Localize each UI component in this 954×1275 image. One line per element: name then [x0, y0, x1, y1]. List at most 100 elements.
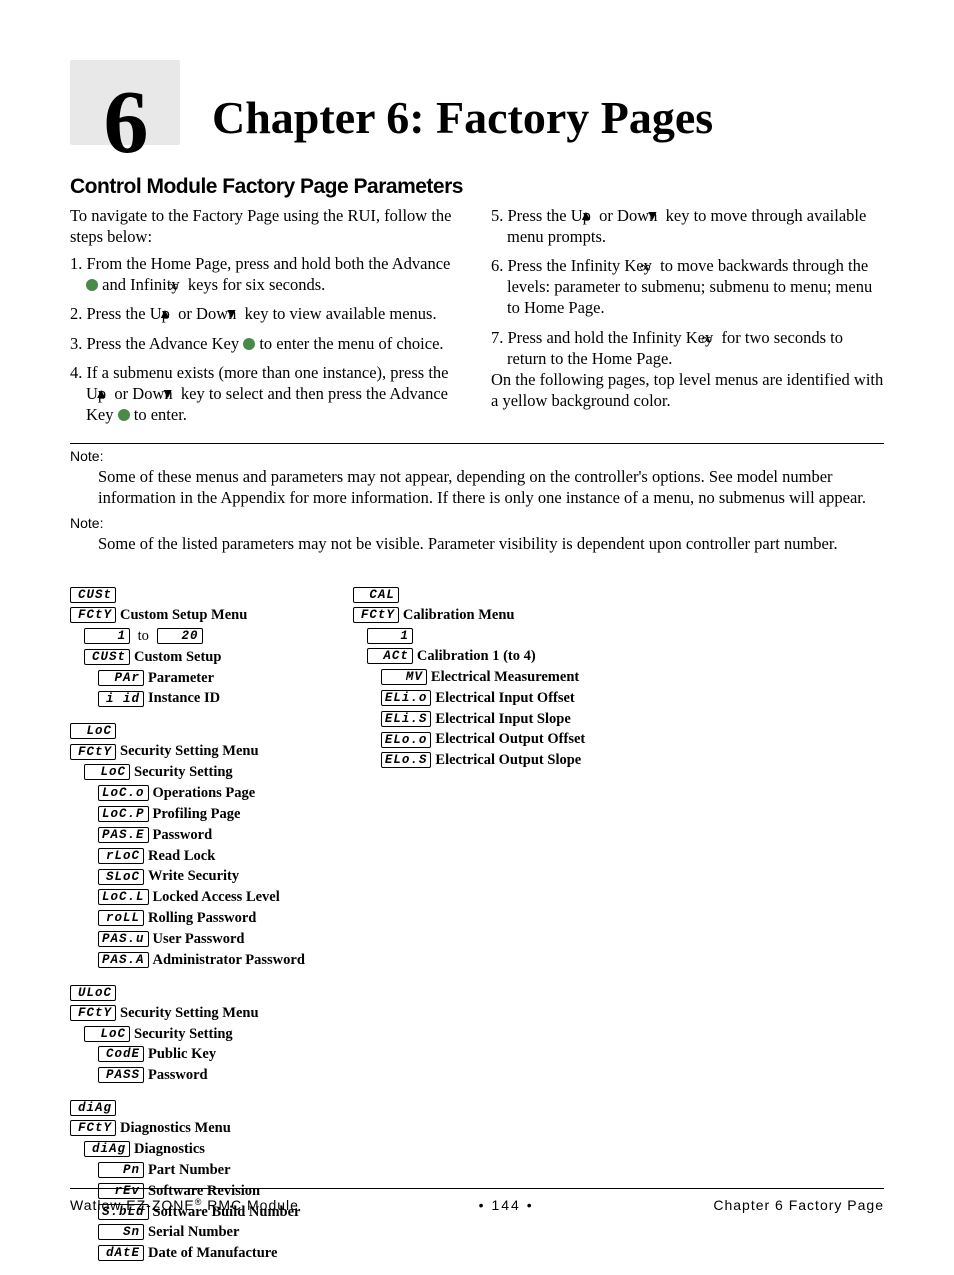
- step-5: Press the Up ▲ or Down ▼ key to move thr…: [491, 205, 884, 247]
- display-code: i id: [98, 691, 144, 707]
- menu-row: FCtYSecurity Setting Menu: [70, 1002, 305, 1023]
- display-code: CUSt: [84, 649, 130, 665]
- menu-row: 1 to 20: [70, 625, 305, 646]
- menu-label: Serial Number: [148, 1224, 239, 1240]
- advance-icon: [86, 279, 98, 291]
- display-code: LoC.P: [98, 806, 149, 822]
- menu-row: SnSerial Number: [70, 1222, 305, 1243]
- step-6: Press the Infinity Key ∞ to move backwar…: [491, 255, 884, 318]
- menu-block: ULoCFCtYSecurity Setting MenuLoCSecurity…: [70, 982, 305, 1086]
- menu-label: Locked Access Level: [153, 889, 280, 905]
- menu-row: LoC: [70, 721, 305, 741]
- menu-row: ELo.SElectrical Output Slope: [353, 750, 585, 771]
- display-code: ELi.S: [381, 711, 432, 727]
- footer-left: Watlow EZ-ZONE® RMC Module: [70, 1197, 299, 1213]
- menu-label: Electrical Output Slope: [435, 752, 581, 768]
- note-text: Some of the listed parameters may not be…: [98, 533, 884, 554]
- display-code: rLoC: [98, 848, 144, 864]
- menu-row: ULoC: [70, 982, 305, 1002]
- step-4: If a submenu exists (more than one insta…: [70, 362, 463, 425]
- menu-label: Electrical Input Offset: [435, 690, 574, 706]
- step-2: Press the Up ▲ or Down ▼ key to view ava…: [70, 303, 463, 324]
- display-code: LoC.L: [98, 889, 149, 905]
- menu-row: ELo.oElectrical Output Offset: [353, 729, 585, 750]
- menu-block: LoC FCtYSecurity Setting MenuLoCSecurity …: [70, 721, 305, 970]
- display-code: CAL: [353, 587, 399, 603]
- chapter-number-box: 6: [70, 60, 180, 145]
- menu-block: CUStFCtYCustom Setup Menu1 to 20CUStCust…: [70, 584, 305, 708]
- display-code: diAg: [70, 1100, 116, 1116]
- display-code: diAg: [84, 1141, 130, 1157]
- display-code: ELo.S: [381, 752, 432, 768]
- display-code: PAr: [98, 670, 144, 686]
- step-3: Press the Advance Key to enter the menu …: [70, 333, 463, 354]
- display-code: FCtY: [70, 744, 116, 760]
- separator: [70, 443, 884, 444]
- menu-block: diAgFCtYDiagnostics MenudiAgDiagnosticsP…: [70, 1097, 305, 1263]
- menu-label: Diagnostics Menu: [120, 1120, 231, 1136]
- menu-label: Electrical Output Offset: [435, 731, 585, 747]
- menu-label: Date of Manufacture: [148, 1245, 277, 1261]
- chapter-header: 6 Chapter 6: Factory Pages: [70, 60, 884, 145]
- menu-label: Password: [153, 827, 213, 843]
- display-code: CodE: [98, 1046, 144, 1062]
- display-code: FCtY: [70, 1005, 116, 1021]
- menu-row: diAg: [70, 1097, 305, 1117]
- intro-text: To navigate to the Factory Page using th…: [70, 205, 463, 247]
- menu-row: MVElectrical Measurement: [353, 667, 585, 688]
- step-1: From the Home Page, press and hold both …: [70, 253, 463, 295]
- menu-listing: CUStFCtYCustom Setup Menu1 to 20CUStCust…: [70, 584, 884, 1275]
- display-code: LoC: [84, 764, 130, 780]
- menu-row: ACtCalibration 1 (to 4): [353, 646, 585, 667]
- menu-row: LoCSecurity Setting: [70, 1023, 305, 1044]
- outro-text: On the following pages, top level menus …: [491, 369, 884, 411]
- note-2: Note: Some of the listed parameters may …: [70, 515, 884, 554]
- display-code: FCtY: [353, 607, 399, 623]
- advance-icon: [118, 409, 130, 421]
- menu-label: Operations Page: [153, 785, 256, 801]
- menu-row: ELi.oElectrical Input Offset: [353, 687, 585, 708]
- menu-row: PnPart Number: [70, 1159, 305, 1180]
- display-code: MV: [381, 669, 427, 685]
- menu-row: PASSPassword: [70, 1065, 305, 1086]
- menu-row: PAS.EPassword: [70, 824, 305, 845]
- menu-label: User Password: [153, 931, 245, 947]
- display-code: LoC: [84, 1026, 130, 1042]
- menu-label: Calibration 1 (to 4): [417, 648, 536, 664]
- display-code: 1: [367, 628, 413, 644]
- note-text: Some of these menus and parameters may n…: [98, 466, 884, 509]
- menu-row: PAS.AAdministrator Password: [70, 949, 305, 970]
- menu-column: CUStFCtYCustom Setup Menu1 to 20CUStCust…: [70, 584, 305, 1275]
- menu-row: LoCSecurity Setting: [70, 762, 305, 783]
- step-7: Press and hold the Infinity Key ∞ for tw…: [491, 327, 884, 369]
- display-code: CUSt: [70, 587, 116, 603]
- display-code: LoC.o: [98, 785, 149, 801]
- menu-label: Custom Setup: [134, 649, 221, 665]
- display-code: PAS.A: [98, 952, 149, 968]
- chapter-number: 6: [104, 87, 147, 159]
- menu-row: ELi.SElectrical Input Slope: [353, 708, 585, 729]
- menu-label: Password: [148, 1067, 208, 1083]
- note-label: Note:: [70, 448, 103, 464]
- display-code: 1: [84, 628, 130, 644]
- menu-row: rLoCRead Lock: [70, 845, 305, 866]
- menu-label: Custom Setup Menu: [120, 607, 247, 623]
- chapter-title: Chapter 6: Factory Pages: [212, 95, 713, 141]
- menu-row: SLoCWrite Security: [70, 866, 305, 887]
- menu-row: CodEPublic Key: [70, 1044, 305, 1065]
- display-code: LoC: [70, 723, 116, 739]
- page-footer: Watlow EZ-ZONE® RMC Module • 144 • Chapt…: [70, 1188, 884, 1213]
- menu-label: Electrical Measurement: [431, 669, 579, 685]
- menu-label: Diagnostics: [134, 1141, 205, 1157]
- menu-label: Calibration Menu: [403, 607, 515, 623]
- menu-row: FCtYCalibration Menu: [353, 605, 585, 626]
- menu-label: Administrator Password: [153, 952, 305, 968]
- menu-row: CUSt: [70, 584, 305, 604]
- menu-row: FCtYSecurity Setting Menu: [70, 741, 305, 762]
- menu-column: CAL FCtYCalibration Menu 1 ACtCalibration 1…: [353, 584, 585, 1275]
- display-code: ELi.o: [381, 690, 432, 706]
- menu-label: Profiling Page: [153, 806, 241, 822]
- menu-label: Security Setting: [134, 1026, 233, 1042]
- display-code: PAS.u: [98, 931, 149, 947]
- display-code: FCtY: [70, 607, 116, 623]
